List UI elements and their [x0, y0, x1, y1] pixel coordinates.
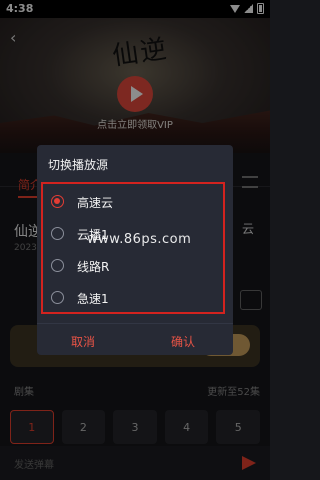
- source-option[interactable]: 急速1: [43, 284, 223, 312]
- source-option[interactable]: 线路R: [43, 252, 223, 280]
- dialog-title: 切换播放源: [48, 158, 109, 172]
- source-option-label: 线路R: [77, 260, 110, 274]
- radio-icon[interactable]: [51, 259, 64, 272]
- confirm-button[interactable]: 确认: [171, 333, 195, 350]
- watermark-text: www.86ps.com: [87, 232, 192, 247]
- source-option-label: 高速云: [77, 196, 114, 210]
- radio-checked-icon[interactable]: [51, 195, 64, 208]
- radio-icon[interactable]: [51, 291, 64, 304]
- cancel-button[interactable]: 取消: [71, 333, 95, 350]
- radio-icon[interactable]: [51, 227, 64, 240]
- dialog-actions: 取消 确认: [37, 323, 233, 353]
- source-option-label: 急速1: [77, 292, 109, 306]
- source-option[interactable]: 高速云: [43, 188, 223, 216]
- source-dialog: 切换播放源 高速云 云播1 线路R 急速1 取消 确认: [37, 145, 233, 355]
- options-highlight-box: 高速云 云播1 线路R 急速1: [41, 182, 225, 314]
